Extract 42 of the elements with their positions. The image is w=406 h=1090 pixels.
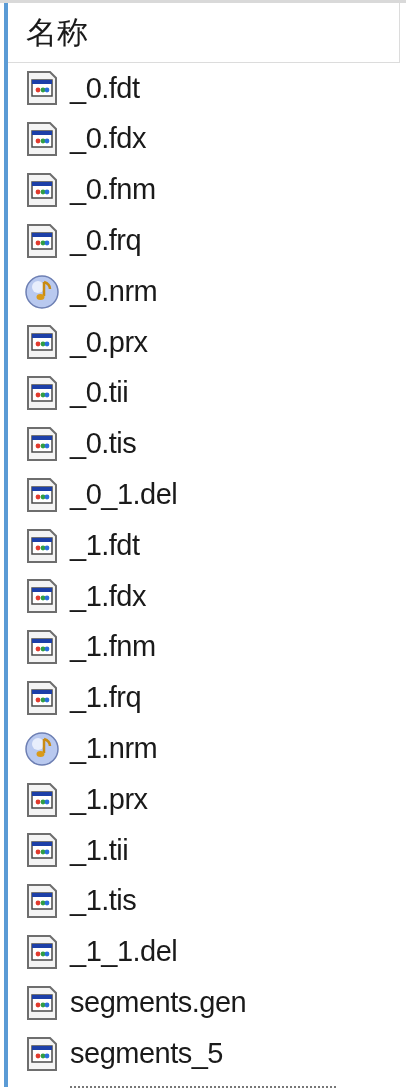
program-file-icon bbox=[25, 222, 59, 259]
file-name[interactable]: _0.prx bbox=[70, 320, 148, 365]
file-name[interactable]: segments.gen bbox=[70, 981, 247, 1025]
program-file-icon bbox=[25, 984, 59, 1021]
file-name[interactable]: _1.nrm bbox=[70, 727, 158, 771]
program-file-icon bbox=[25, 1035, 59, 1072]
file-name[interactable]: _0.fnm bbox=[70, 168, 156, 212]
file-name[interactable]: _0_1.del bbox=[70, 473, 178, 517]
program-file-icon bbox=[25, 70, 59, 107]
program-file-icon bbox=[25, 425, 59, 462]
program-file-icon bbox=[25, 172, 59, 208]
program-file-icon bbox=[25, 781, 59, 818]
file-name[interactable]: _1.frq bbox=[70, 676, 142, 720]
file-name[interactable]: _1_1.del bbox=[70, 930, 178, 974]
file-name[interactable]: _1.tii bbox=[70, 828, 129, 873]
column-title: 名称 bbox=[25, 13, 88, 53]
program-file-icon bbox=[25, 578, 59, 615]
file-name[interactable]: _0.nrm bbox=[70, 269, 158, 314]
music-disc-icon bbox=[24, 730, 60, 767]
file-name[interactable]: _1.fdt bbox=[70, 523, 140, 568]
file-name[interactable]: _0.tii bbox=[70, 371, 129, 415]
program-file-icon bbox=[25, 679, 59, 716]
file-name[interactable]: segments_5 bbox=[70, 1031, 223, 1076]
program-file-icon bbox=[25, 324, 59, 361]
file-name[interactable]: _1.tis bbox=[70, 879, 137, 923]
program-file-icon bbox=[25, 883, 59, 920]
file-name[interactable]: _1.fnm bbox=[70, 625, 156, 669]
column-header[interactable]: 名称 bbox=[8, 3, 400, 63]
file-name[interactable]: _1.fdx bbox=[70, 574, 146, 619]
program-file-icon bbox=[25, 375, 59, 412]
file-name[interactable]: _1.prx bbox=[70, 777, 148, 822]
file-name[interactable]: _0.tis bbox=[70, 422, 137, 466]
program-file-icon bbox=[25, 527, 59, 564]
program-file-icon bbox=[25, 933, 59, 970]
file-name[interactable]: _0.fdx bbox=[70, 117, 146, 161]
program-file-icon bbox=[25, 476, 59, 513]
program-file-icon bbox=[25, 832, 59, 869]
music-disc-icon bbox=[24, 273, 60, 310]
file-name[interactable]: _0.fdt bbox=[70, 66, 140, 111]
program-file-icon bbox=[25, 629, 59, 666]
program-file-icon bbox=[25, 121, 59, 158]
file-name[interactable]: _0.frq bbox=[70, 219, 142, 263]
